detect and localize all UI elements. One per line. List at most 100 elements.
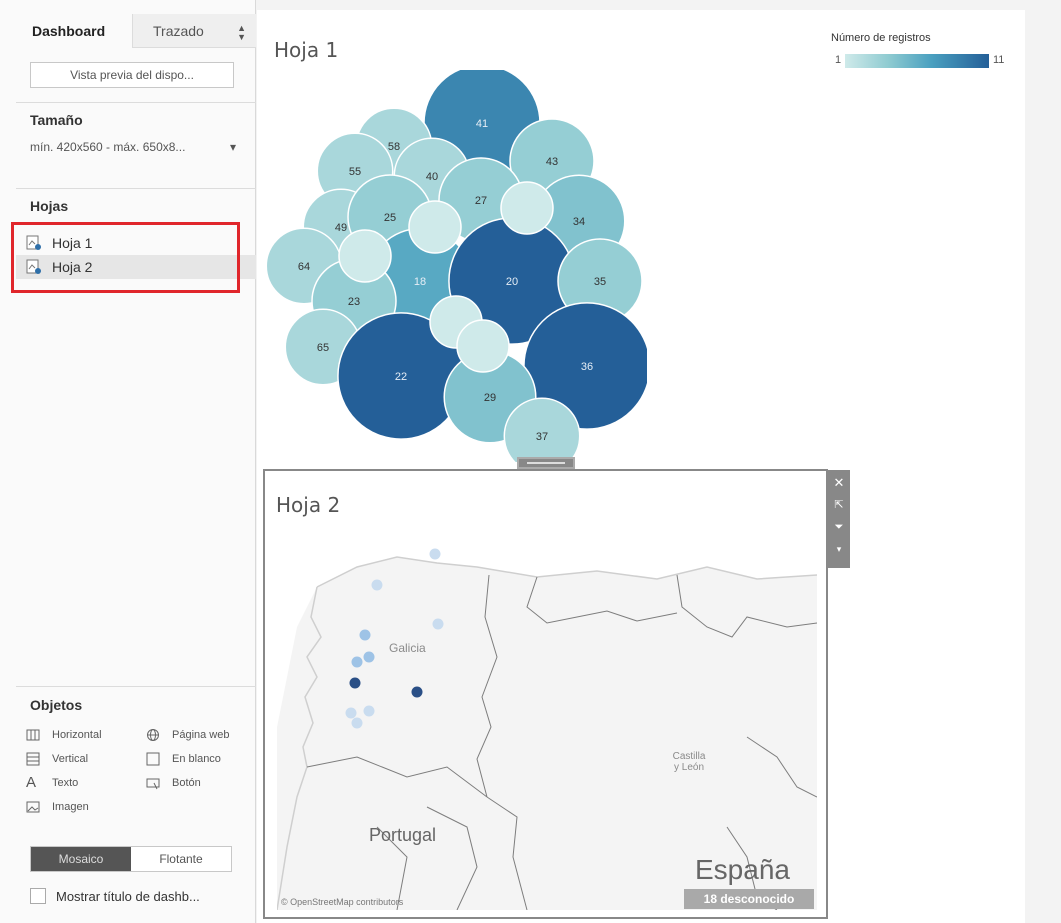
object-button[interactable]: Botón: [146, 776, 201, 790]
map-point[interactable]: [351, 656, 363, 668]
bubble-label: 65: [317, 342, 329, 354]
canvas-top-strip: [257, 0, 1061, 10]
vertical-container-icon: [26, 752, 40, 766]
bubble-label: 29: [484, 392, 496, 404]
object-web-page[interactable]: Página web: [146, 728, 230, 742]
divider: [16, 188, 256, 189]
object-label: En blanco: [172, 753, 221, 765]
map-label-espana: España: [695, 854, 790, 885]
color-legend[interactable]: Número de registros 1 11: [831, 32, 1021, 68]
highlight-annotation: [11, 222, 240, 293]
image-icon: [26, 800, 40, 814]
resize-handle[interactable]: [517, 457, 575, 469]
bubble-mark[interactable]: [408, 200, 462, 254]
sheet1-title: Hoja 1: [274, 38, 339, 62]
bubble-mark[interactable]: [500, 181, 554, 235]
bubble-label: 20: [506, 276, 518, 288]
map-point[interactable]: [411, 686, 423, 698]
size-value: mín. 420x560 - máx. 650x8...: [30, 140, 186, 154]
object-blank[interactable]: En blanco: [146, 752, 221, 766]
floating-button[interactable]: Flotante: [131, 847, 231, 871]
show-title-label: Mostrar título de dashb...: [56, 888, 200, 904]
divider: [16, 102, 256, 103]
object-text[interactable]: A Texto: [26, 774, 79, 791]
panel-tabs: Dashboard Trazado ▲ ▼: [16, 14, 256, 48]
map-point[interactable]: [351, 717, 363, 729]
text-icon: A: [26, 774, 37, 791]
legend-max: 11: [993, 54, 1005, 66]
divider: [16, 686, 256, 687]
object-label: Vertical: [52, 753, 89, 765]
horizontal-container-icon: [26, 728, 40, 742]
sheet2-title: Hoja 2: [276, 493, 341, 517]
map-point[interactable]: [359, 629, 371, 641]
map-point[interactable]: [345, 707, 357, 719]
bubble-mark[interactable]: [338, 229, 392, 283]
floating-toolbar: ✕ ⇱ ⏷ ▾: [828, 470, 850, 568]
map-attribution: © OpenStreetMap contributors: [281, 897, 404, 907]
tab-dashboard[interactable]: Dashboard: [16, 14, 132, 48]
bubble-label: 58: [388, 141, 400, 153]
globe-icon: [146, 728, 160, 742]
object-label: Imagen: [52, 801, 89, 813]
left-panel: Dashboard Trazado ▲ ▼ Vista previa del di…: [0, 0, 256, 923]
more-options-icon[interactable]: ▾: [837, 538, 842, 560]
bubble-label: 37: [536, 431, 548, 443]
legend-title: Número de registros: [831, 32, 931, 44]
show-dashboard-title-checkbox[interactable]: Mostrar título de dashb...: [30, 888, 200, 904]
button-icon: [146, 776, 160, 790]
blank-icon: [146, 752, 160, 766]
object-vertical[interactable]: Vertical: [26, 752, 88, 766]
object-label: Texto: [52, 777, 79, 789]
filter-icon[interactable]: ⏷: [835, 516, 844, 538]
map-label-castilla: Castilla y León: [672, 751, 706, 773]
bubble-label: 40: [426, 171, 438, 183]
map-label-portugal: Portugal: [369, 825, 437, 845]
map-point[interactable]: [429, 548, 441, 560]
tab-layout-label: Trazado: [153, 22, 204, 39]
size-section-title: Tamaño: [30, 112, 83, 128]
map-point[interactable]: [371, 579, 383, 591]
bubble-chart[interactable]: 41 58 55 40 43 27 49 25 34 64 18 20 35 23 65 22 36 29 37: [257, 70, 647, 462]
bubble-label: 64: [298, 261, 310, 273]
object-label: Botón: [172, 777, 201, 789]
tiled-button[interactable]: Mosaico: [31, 847, 131, 871]
bubble-label: 27: [475, 195, 487, 207]
map-view[interactable]: Galicia Castilla y León Portugal España: [277, 527, 817, 910]
stepper-icon[interactable]: ▲ ▼: [237, 24, 246, 42]
bubble-label: 34: [573, 216, 585, 228]
dropdown-arrow-icon: ▾: [229, 140, 236, 154]
size-dropdown[interactable]: mín. 420x560 - máx. 650x8... ▾: [30, 140, 236, 154]
map-point[interactable]: [363, 705, 375, 717]
object-horizontal[interactable]: Horizontal: [26, 728, 102, 742]
legend-gradient: [845, 54, 989, 68]
sheets-section-title: Hojas: [30, 198, 69, 214]
bubble-label: 43: [546, 156, 558, 168]
map-point[interactable]: [432, 618, 444, 630]
map-points-layer[interactable]: [277, 527, 817, 910]
unknown-locations-badge[interactable]: 18 desconocido: [684, 889, 814, 909]
bubble-label: 49: [335, 222, 347, 234]
bubble-label: 41: [476, 118, 488, 130]
bubble-label: 22: [395, 371, 407, 383]
objects-section-title: Objetos: [30, 697, 83, 713]
map-point[interactable]: [349, 677, 361, 689]
canvas-gutter: [1025, 10, 1061, 923]
object-image[interactable]: Imagen: [26, 800, 89, 814]
bubble-label: 25: [384, 212, 396, 224]
layout-mode-toggle: Mosaico Flotante: [30, 846, 232, 872]
bubble-label: 35: [594, 276, 606, 288]
object-label: Horizontal: [52, 729, 102, 741]
bubble-label: 23: [348, 296, 360, 308]
bubble-mark[interactable]: [456, 319, 510, 373]
bubble-label: 55: [349, 166, 361, 178]
device-preview-button[interactable]: Vista previa del dispo...: [30, 62, 234, 88]
tab-layout[interactable]: Trazado ▲ ▼: [132, 14, 256, 48]
bubble-label: 18: [414, 276, 426, 288]
legend-min: 1: [835, 54, 842, 66]
map-label-galicia: Galicia: [389, 641, 426, 655]
map-point[interactable]: [363, 651, 375, 663]
go-to-sheet-icon[interactable]: ⇱: [834, 494, 843, 516]
bubble-label: 36: [581, 361, 593, 373]
close-icon[interactable]: ✕: [834, 472, 845, 494]
